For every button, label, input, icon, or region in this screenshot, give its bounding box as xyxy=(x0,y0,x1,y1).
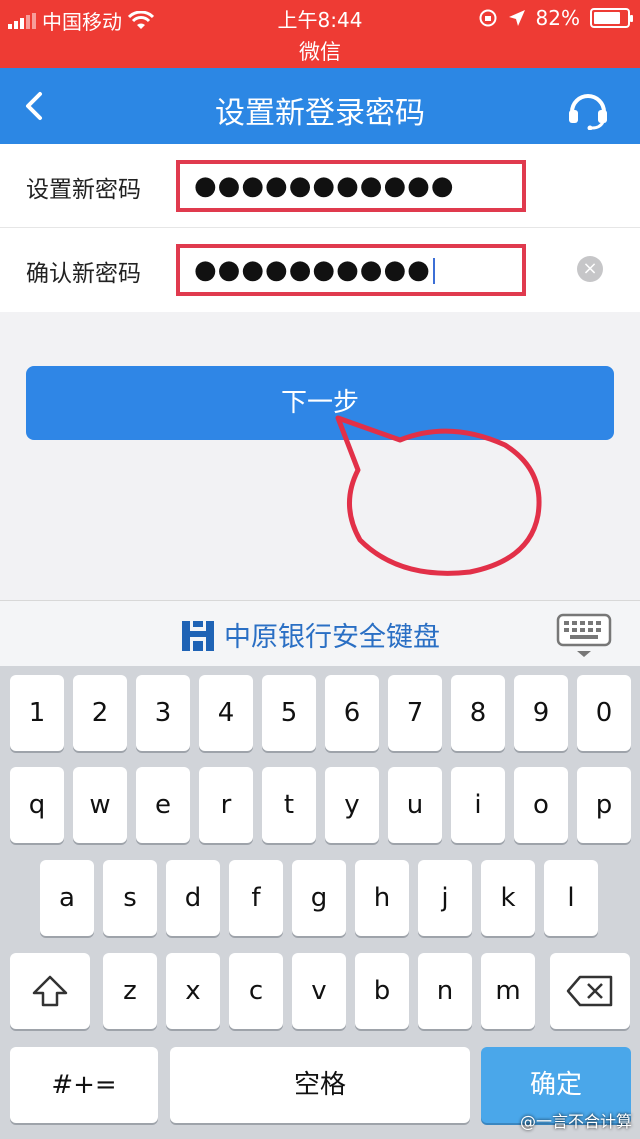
key-row_mid-s[interactable]: s xyxy=(103,860,157,936)
password-form: 设置新密码 ●●●●●●●●●●● 确认新密码 ●●●●●●●●●● × xyxy=(0,144,640,312)
space-key[interactable]: 空格 xyxy=(170,1047,470,1123)
key-row_numbers-9[interactable]: 9 xyxy=(514,675,568,751)
page-title: 设置新登录密码 xyxy=(215,96,425,131)
clear-input-icon[interactable]: × xyxy=(577,256,603,282)
key-row_numbers-5[interactable]: 5 xyxy=(262,675,316,751)
key-row_numbers-6[interactable]: 6 xyxy=(325,675,379,751)
key-row_numbers-1[interactable]: 1 xyxy=(10,675,64,751)
keyboard-header: 中原银行安全键盘 xyxy=(0,600,640,666)
key-row_mid-d[interactable]: d xyxy=(166,860,220,936)
battery-icon xyxy=(590,8,633,28)
key-row_top-r[interactable]: r xyxy=(199,767,253,843)
keyboard-hide-icon[interactable] xyxy=(555,611,613,659)
key-row_bottom-x[interactable]: x xyxy=(166,953,220,1029)
location-icon xyxy=(508,10,525,26)
new-password-label: 设置新密码 xyxy=(26,177,141,203)
bank-logo-icon xyxy=(182,621,214,651)
customer-service-headset-icon[interactable] xyxy=(566,86,610,130)
key-row_numbers-7[interactable]: 7 xyxy=(388,675,442,751)
key-row_mid-g[interactable]: g xyxy=(292,860,346,936)
symbols-key[interactable]: #+= xyxy=(10,1047,158,1123)
key-row_numbers-8[interactable]: 8 xyxy=(451,675,505,751)
keyboard-title: 中原银行安全键盘 xyxy=(224,622,440,653)
key-row_bottom-n[interactable]: n xyxy=(418,953,472,1029)
shift-key[interactable] xyxy=(10,953,90,1029)
key-row_top-q[interactable]: q xyxy=(10,767,64,843)
status-bar: 中国移动 上午8:44 微信 82% xyxy=(0,0,640,68)
watermark: @一言不合计算 xyxy=(520,1112,633,1131)
confirm-password-text-wrap: ●●●●●●●●●● xyxy=(194,254,435,286)
secure-keyboard: 1234567890 qwertyuiop asdfghjkl zxcvbnm … xyxy=(0,666,640,1139)
new-password-value: ●●●●●●●●●●● xyxy=(194,171,455,201)
backspace-icon xyxy=(566,975,613,1007)
key-row_numbers-3[interactable]: 3 xyxy=(136,675,190,751)
new-password-row: 设置新密码 ●●●●●●●●●●● xyxy=(0,144,640,228)
key-row_mid-a[interactable]: a xyxy=(40,860,94,936)
text-cursor xyxy=(432,257,435,284)
status-right: 82% xyxy=(478,6,633,30)
key-row_top-w[interactable]: w xyxy=(73,767,127,843)
key-row_bottom-v[interactable]: v xyxy=(292,953,346,1029)
key-row_numbers-2[interactable]: 2 xyxy=(73,675,127,751)
key-row_bottom-z[interactable]: z xyxy=(103,953,157,1029)
key-row_top-y[interactable]: y xyxy=(325,767,379,843)
confirm-password-input[interactable]: ●●●●●●●●●● xyxy=(176,244,526,296)
key-row_numbers-0[interactable]: 0 xyxy=(577,675,631,751)
new-password-input[interactable]: ●●●●●●●●●●● xyxy=(176,160,526,212)
orientation-lock-icon xyxy=(479,9,497,27)
key-row_mid-f[interactable]: f xyxy=(229,860,283,936)
key-row_numbers-4[interactable]: 4 xyxy=(199,675,253,751)
key-row_bottom-c[interactable]: c xyxy=(229,953,283,1029)
confirm-password-row: 确认新密码 ●●●●●●●●●● × xyxy=(0,228,640,312)
key-row_bottom-m[interactable]: m xyxy=(481,953,535,1029)
key-row_top-u[interactable]: u xyxy=(388,767,442,843)
annotation-callout xyxy=(335,415,542,576)
confirm-password-value: ●●●●●●●●●● xyxy=(194,255,431,285)
key-row_mid-j[interactable]: j xyxy=(418,860,472,936)
key-row_mid-k[interactable]: k xyxy=(481,860,535,936)
key-row_top-e[interactable]: e xyxy=(136,767,190,843)
confirm-password-label: 确认新密码 xyxy=(26,261,141,287)
key-row_top-t[interactable]: t xyxy=(262,767,316,843)
key-row_mid-h[interactable]: h xyxy=(355,860,409,936)
shift-arrow-icon xyxy=(32,975,68,1007)
key-row_mid-l[interactable]: l xyxy=(544,860,598,936)
key-row_bottom-b[interactable]: b xyxy=(355,953,409,1029)
key-row_top-o[interactable]: o xyxy=(514,767,568,843)
app-name: 微信 xyxy=(299,40,341,64)
battery-percent: 82% xyxy=(535,6,580,30)
key-row_top-i[interactable]: i xyxy=(451,767,505,843)
key-row_top-p[interactable]: p xyxy=(577,767,631,843)
nav-bar: 设置新登录密码 xyxy=(0,68,640,144)
backspace-key[interactable] xyxy=(550,953,630,1029)
